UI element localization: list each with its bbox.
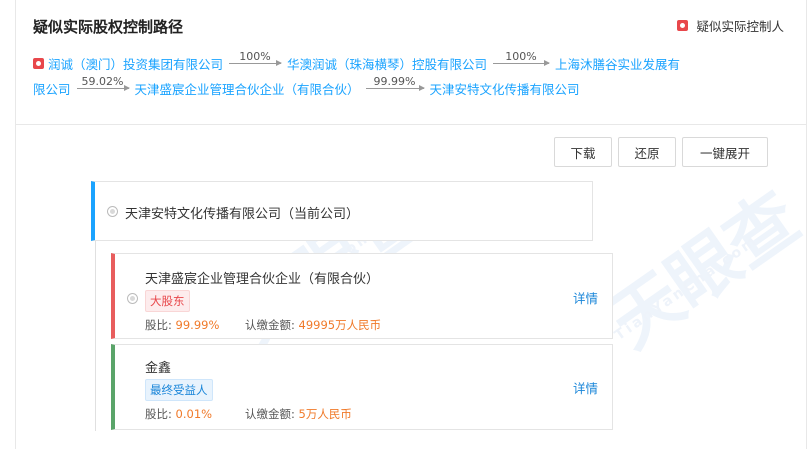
- arrow-icon: [76, 85, 130, 91]
- path-percentage: 100%: [505, 50, 537, 63]
- share-ratio-label: 股比:: [145, 318, 172, 332]
- path-arrow: 99.99%: [365, 75, 425, 91]
- path-company-link[interactable]: 润诚（澳门）投资集团有限公司: [48, 54, 223, 73]
- section-title: 疑似实际股权控制路径: [33, 18, 184, 36]
- path-arrow: 100%: [229, 50, 283, 66]
- current-company-card: 天津安特文化传播有限公司（当前公司）: [91, 181, 593, 241]
- subscribed-amount-value: 49995万人民币: [298, 318, 382, 332]
- subscribed-amount-value: 5万人民币: [298, 407, 352, 421]
- legend-label: 疑似实际控制人: [696, 19, 784, 34]
- download-button[interactable]: 下载: [554, 137, 612, 167]
- subscribed-amount: 认缴金额: 49995万人民币: [245, 317, 381, 333]
- share-ratio-value: 99.99%: [175, 318, 220, 332]
- beneficiary-card: 金鑫 最终受益人 股比: 0.01% 认缴金额: 5万人民币 详情: [111, 344, 613, 430]
- control-path-row-2: 限公司 59.02% 天津盛宸企业管理合伙企业（有限合伙） 99.99% 天津安…: [33, 75, 580, 98]
- path-arrow: 100%: [493, 50, 551, 66]
- reset-button[interactable]: 还原: [618, 137, 676, 167]
- path-percentage: 99.99%: [373, 75, 416, 88]
- path-company-link[interactable]: 华澳润诚（珠海横琴）控股有限公司: [287, 54, 487, 73]
- divider: [16, 124, 806, 125]
- shareholder-card: 天津盛宸企业管理合伙企业（有限合伙） 大股东 股比: 99.99% 认缴金额: …: [111, 253, 613, 339]
- expand-toggle-icon[interactable]: [127, 293, 138, 304]
- share-ratio-label: 股比:: [145, 407, 172, 421]
- arrow-icon: [229, 60, 283, 66]
- share-ratio-value: 0.01%: [175, 407, 213, 421]
- ultimate-beneficiary-badge: 最终受益人: [145, 379, 213, 401]
- shareholder-name: 天津盛宸企业管理合伙企业（有限合伙）: [145, 272, 380, 287]
- major-shareholder-badge: 大股东: [145, 290, 190, 312]
- current-company-name: 天津安特文化传播有限公司（当前公司）: [125, 207, 360, 222]
- detail-link[interactable]: 详情: [573, 288, 598, 307]
- collapse-toggle-icon[interactable]: [107, 206, 118, 217]
- beneficiary-name: 金鑫: [145, 361, 172, 376]
- expand-all-button[interactable]: 一键展开: [682, 137, 768, 167]
- subscribed-amount-label: 认缴金额:: [245, 318, 295, 332]
- arrow-icon: [493, 60, 551, 66]
- equity-control-panel: 天眼查 TianYanCha.com 天眼查 TianYanCha.com 疑似…: [15, 0, 807, 449]
- share-ratio: 股比: 99.99%: [145, 317, 219, 333]
- arrow-icon: [365, 85, 425, 91]
- path-percentage: 59.02%: [81, 75, 124, 88]
- path-company-link[interactable]: 天津盛宸企业管理合伙企业（有限合伙）: [135, 79, 360, 98]
- share-ratio: 股比: 0.01%: [145, 406, 212, 422]
- subscribed-amount-label: 认缴金额:: [245, 407, 295, 421]
- path-company-link[interactable]: 限公司: [33, 79, 71, 98]
- detail-link[interactable]: 详情: [573, 378, 598, 397]
- path-company-link[interactable]: 天津安特文化传播有限公司: [430, 79, 580, 98]
- tree-connector-line: [95, 241, 96, 431]
- path-arrow: 59.02%: [76, 75, 130, 91]
- control-path-row-1: 润诚（澳门）投资集团有限公司 100% 华澳润诚（珠海横琴）控股有限公司 100…: [33, 50, 680, 73]
- subscribed-amount: 认缴金额: 5万人民币: [245, 406, 352, 422]
- controller-marker-icon: [33, 58, 44, 69]
- path-company-link[interactable]: 上海沐膳谷实业发展有: [555, 54, 680, 73]
- legend: 疑似实际控制人: [677, 16, 784, 35]
- path-percentage: 100%: [239, 50, 271, 63]
- controller-marker-icon: [677, 20, 689, 31]
